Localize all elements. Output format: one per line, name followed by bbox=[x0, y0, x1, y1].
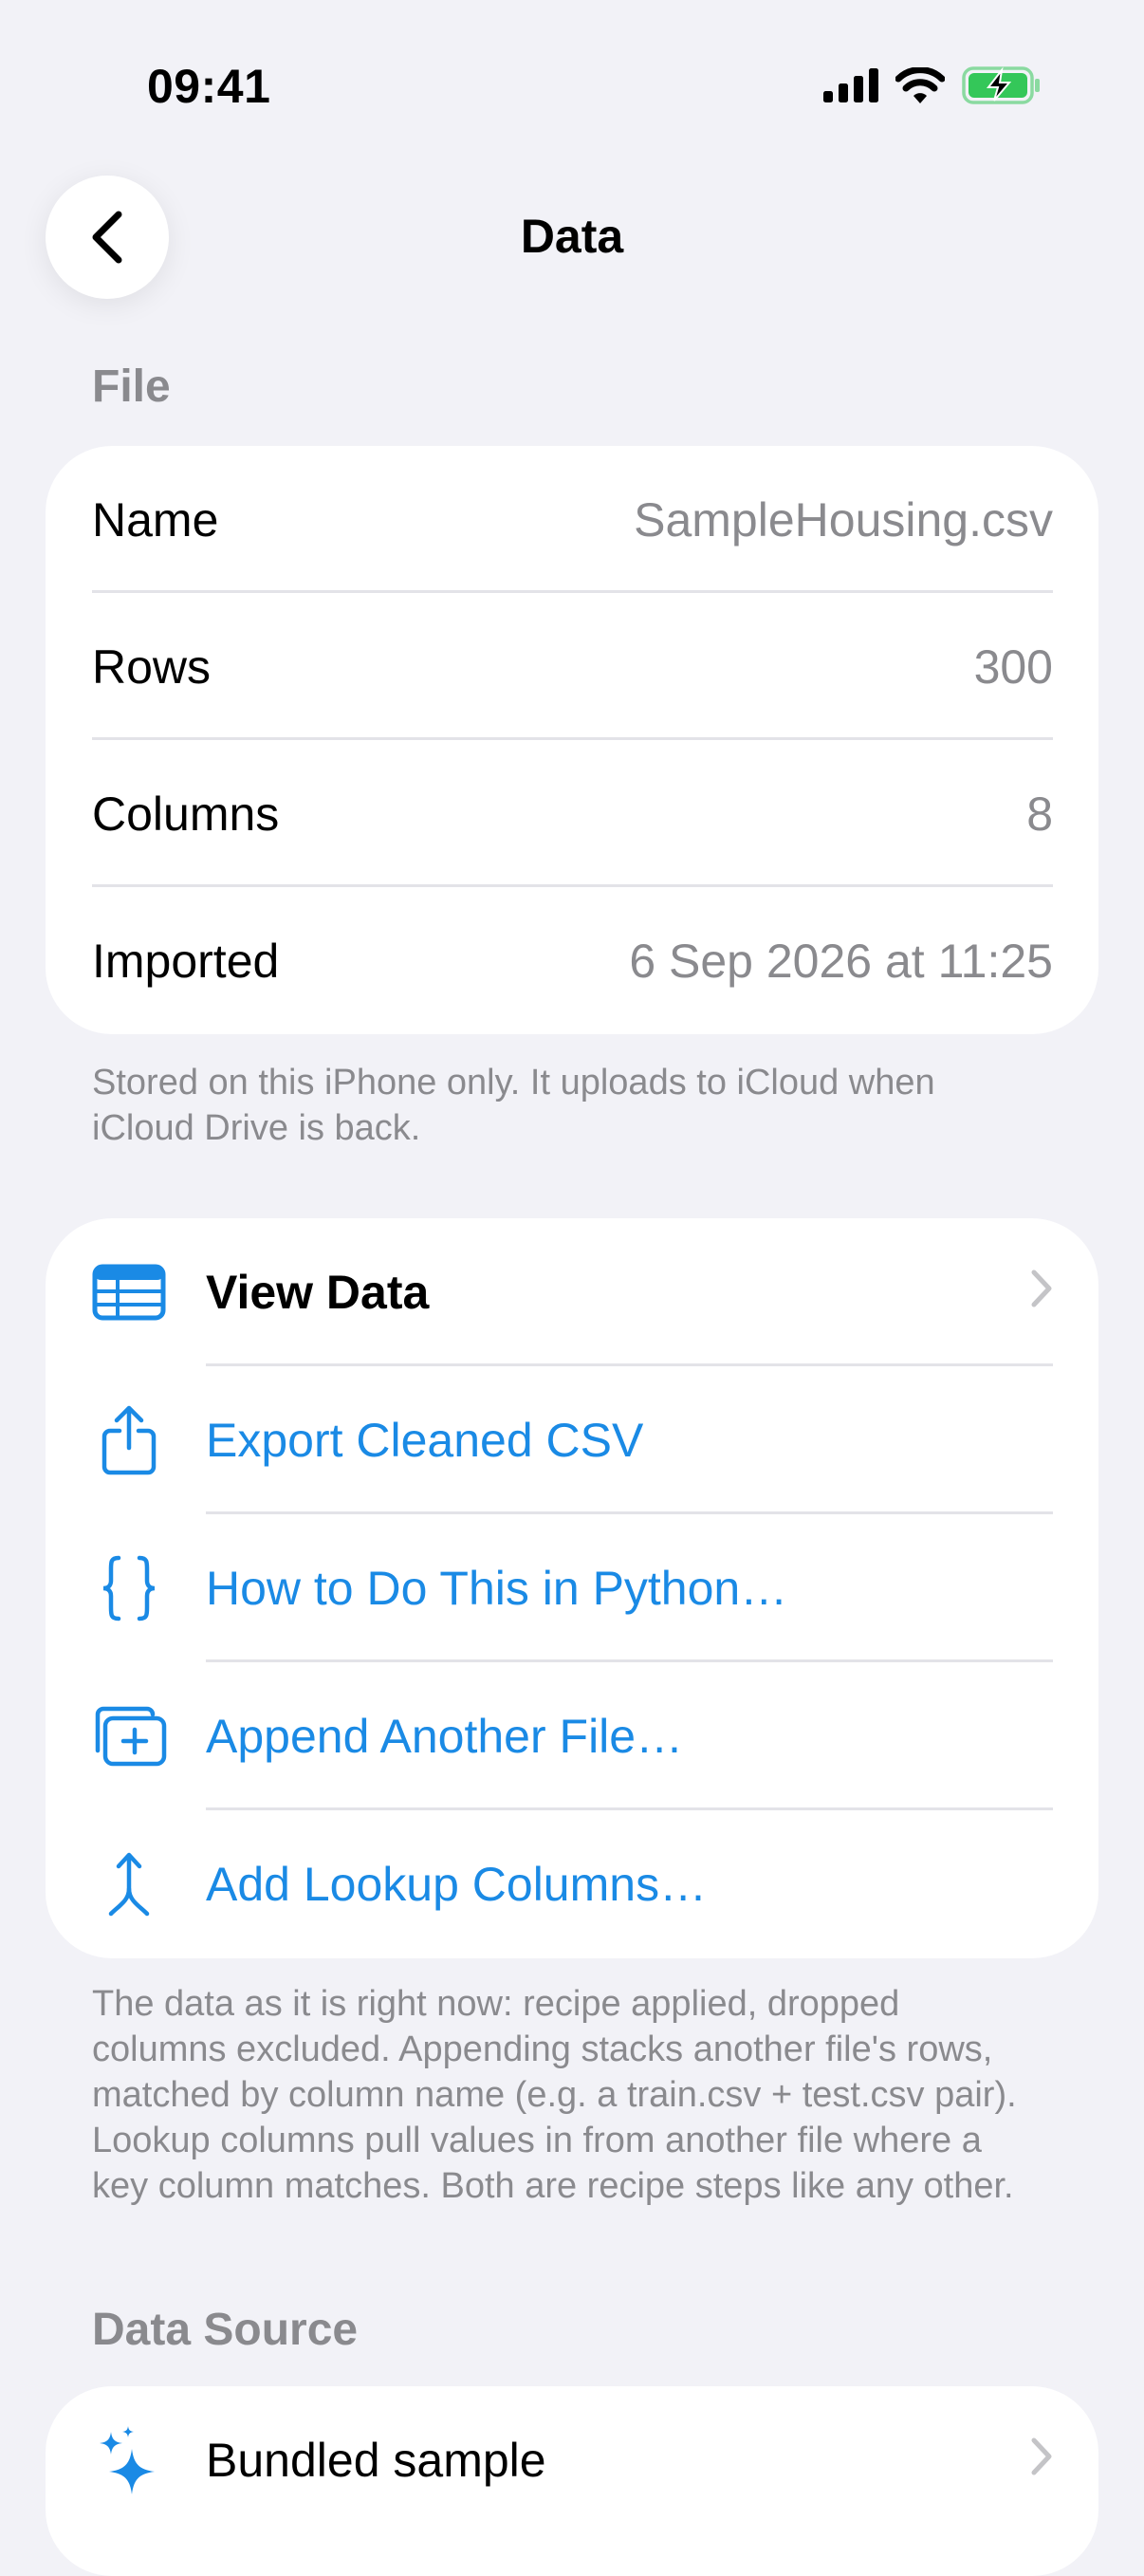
actions-footnote: The data as it is right now: recipe appl… bbox=[92, 1984, 1017, 2206]
add-stack-icon bbox=[85, 1662, 173, 1810]
bundled-sample-button[interactable]: Bundled sample bbox=[46, 2386, 1098, 2534]
battery-charging-icon bbox=[962, 66, 1040, 104]
section-header-file: File bbox=[92, 361, 171, 412]
row-value: SampleHousing.csv bbox=[634, 492, 1053, 547]
navigation-bar: Data bbox=[0, 171, 1144, 304]
status-bar: 09:41 bbox=[0, 0, 1144, 142]
file-imported-row: Imported 6 Sep 2026 at 11:25 bbox=[46, 887, 1098, 1034]
wifi-icon bbox=[895, 67, 945, 103]
status-icons bbox=[823, 66, 1042, 104]
python-howto-button[interactable]: How to Do This in Python… bbox=[46, 1514, 1098, 1662]
action-label: How to Do This in Python… bbox=[206, 1562, 788, 1615]
chevron-right-icon bbox=[1030, 1265, 1053, 1320]
row-value: 6 Sep 2026 at 11:25 bbox=[629, 934, 1053, 988]
row-value: 300 bbox=[973, 639, 1053, 694]
row-label: Name bbox=[92, 492, 219, 547]
action-label: Bundled sample bbox=[206, 2434, 546, 2487]
curly-braces-icon bbox=[85, 1514, 173, 1662]
section-header-data-source: Data Source bbox=[92, 2305, 359, 2355]
action-label: View Data bbox=[206, 1266, 430, 1319]
cellular-signal-icon bbox=[823, 68, 878, 102]
append-file-button[interactable]: Append Another File… bbox=[46, 1662, 1098, 1810]
file-columns-row: Columns 8 bbox=[46, 740, 1098, 887]
action-label: Append Another File… bbox=[206, 1710, 684, 1763]
status-time: 09:41 bbox=[147, 60, 271, 113]
merge-arrow-icon bbox=[85, 1810, 173, 1958]
file-name-row: Name SampleHousing.csv bbox=[46, 446, 1098, 593]
share-icon bbox=[85, 1366, 173, 1514]
view-data-button[interactable]: View Data bbox=[46, 1218, 1098, 1366]
row-label: Columns bbox=[92, 787, 280, 841]
action-label: Export Cleaned CSV bbox=[206, 1414, 644, 1467]
table-icon bbox=[85, 1218, 173, 1366]
file-rows-row: Rows 300 bbox=[46, 593, 1098, 740]
row-label: Rows bbox=[92, 639, 212, 694]
row-value: 8 bbox=[1026, 787, 1053, 841]
action-label: Add Lookup Columns… bbox=[206, 1858, 708, 1911]
export-cleaned-csv-button[interactable]: Export Cleaned CSV bbox=[46, 1366, 1098, 1514]
row-label: Imported bbox=[92, 934, 280, 988]
file-info-card: Name SampleHousing.csv Rows 300 Columns … bbox=[46, 446, 1098, 1034]
actions-card: View Data Export Cleaned CSV How to Do T… bbox=[46, 1218, 1098, 1958]
sparkles-icon bbox=[85, 2386, 173, 2534]
page-title: Data bbox=[520, 210, 624, 263]
add-lookup-columns-button[interactable]: Add Lookup Columns… bbox=[46, 1810, 1098, 1958]
data-source-card: Bundled sample bbox=[46, 2386, 1098, 2576]
chevron-right-icon bbox=[1030, 2433, 1053, 2488]
file-footnote: Stored on this iPhone only. It uploads t… bbox=[92, 1063, 935, 1148]
